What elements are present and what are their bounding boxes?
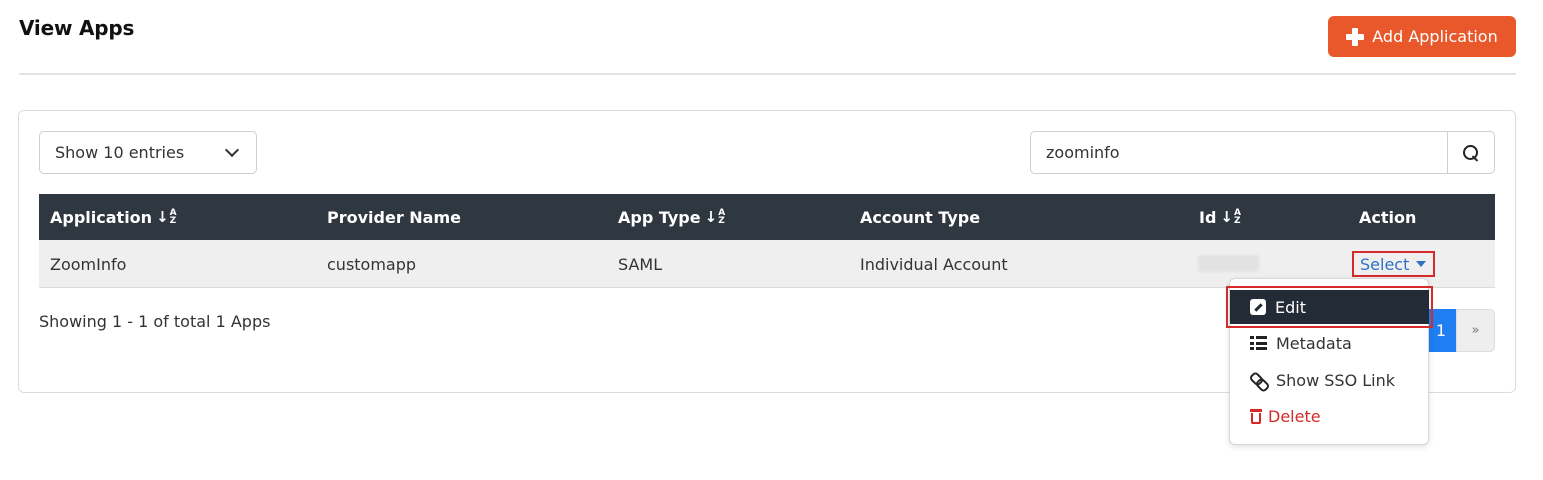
page-title: View Apps bbox=[19, 16, 135, 40]
menu-item-delete-label: Delete bbox=[1268, 406, 1321, 426]
cell-account-type: Individual Account bbox=[860, 254, 1008, 274]
menu-item-show-sso-link[interactable]: Show SSO Link bbox=[1230, 363, 1428, 397]
caret-down-icon bbox=[1416, 261, 1427, 267]
add-application-label: Add Application bbox=[1372, 27, 1498, 46]
menu-item-delete[interactable]: Delete bbox=[1230, 399, 1428, 433]
cell-application: ZoomInfo bbox=[50, 254, 127, 274]
list-icon bbox=[1250, 336, 1267, 350]
page-next-button[interactable]: » bbox=[1456, 309, 1495, 352]
entries-select-label: Show 10 entries bbox=[55, 143, 185, 162]
plus-icon bbox=[1346, 27, 1365, 46]
sort-alpha-icon: ↓ A Z bbox=[156, 208, 177, 226]
action-dropdown-menu: Edit Metadata Show SSO Link Delete bbox=[1226, 278, 1433, 445]
cell-id-redacted bbox=[1198, 255, 1259, 272]
menu-item-metadata[interactable]: Metadata bbox=[1230, 326, 1428, 360]
menu-item-metadata-label: Metadata bbox=[1276, 333, 1352, 353]
pagination-info: Showing 1 - 1 of total 1 Apps bbox=[39, 312, 271, 331]
column-header-account-type: Account Type bbox=[860, 207, 981, 227]
column-header-application[interactable]: Application ↓ A Z bbox=[50, 194, 177, 240]
header-divider bbox=[19, 73, 1516, 75]
action-select-button[interactable]: Select bbox=[1352, 251, 1435, 277]
entries-select[interactable]: Show 10 entries bbox=[39, 131, 257, 174]
chevron-down-icon bbox=[224, 142, 240, 158]
menu-item-edit[interactable]: Edit bbox=[1230, 290, 1429, 324]
search-button[interactable] bbox=[1447, 131, 1495, 174]
menu-item-edit-label: Edit bbox=[1275, 297, 1306, 317]
action-select-label: Select bbox=[1360, 254, 1410, 274]
column-header-id[interactable]: Id ↓ A Z bbox=[1199, 194, 1241, 240]
menu-item-edit-highlight: Edit bbox=[1226, 286, 1433, 328]
sort-alpha-icon: ↓ A Z bbox=[1220, 208, 1241, 226]
table-header: Application ↓ A Z Provider Name App Type ↓… bbox=[39, 194, 1495, 240]
sort-alpha-icon: ↓ A Z bbox=[704, 208, 726, 226]
trash-icon bbox=[1250, 408, 1262, 424]
pencil-square-icon bbox=[1250, 299, 1266, 315]
cell-app-type: SAML bbox=[618, 254, 663, 274]
column-header-app-type[interactable]: App Type ↓ A Z bbox=[618, 194, 725, 240]
link-icon bbox=[1250, 372, 1267, 388]
cell-provider-name: customapp bbox=[327, 254, 417, 274]
column-header-action: Action bbox=[1359, 207, 1417, 227]
column-header-provider-name: Provider Name bbox=[327, 207, 461, 227]
menu-item-sso-label: Show SSO Link bbox=[1276, 370, 1396, 390]
add-application-button[interactable]: Add Application bbox=[1328, 16, 1516, 57]
search-icon bbox=[1463, 144, 1479, 161]
search-input[interactable] bbox=[1030, 131, 1448, 174]
